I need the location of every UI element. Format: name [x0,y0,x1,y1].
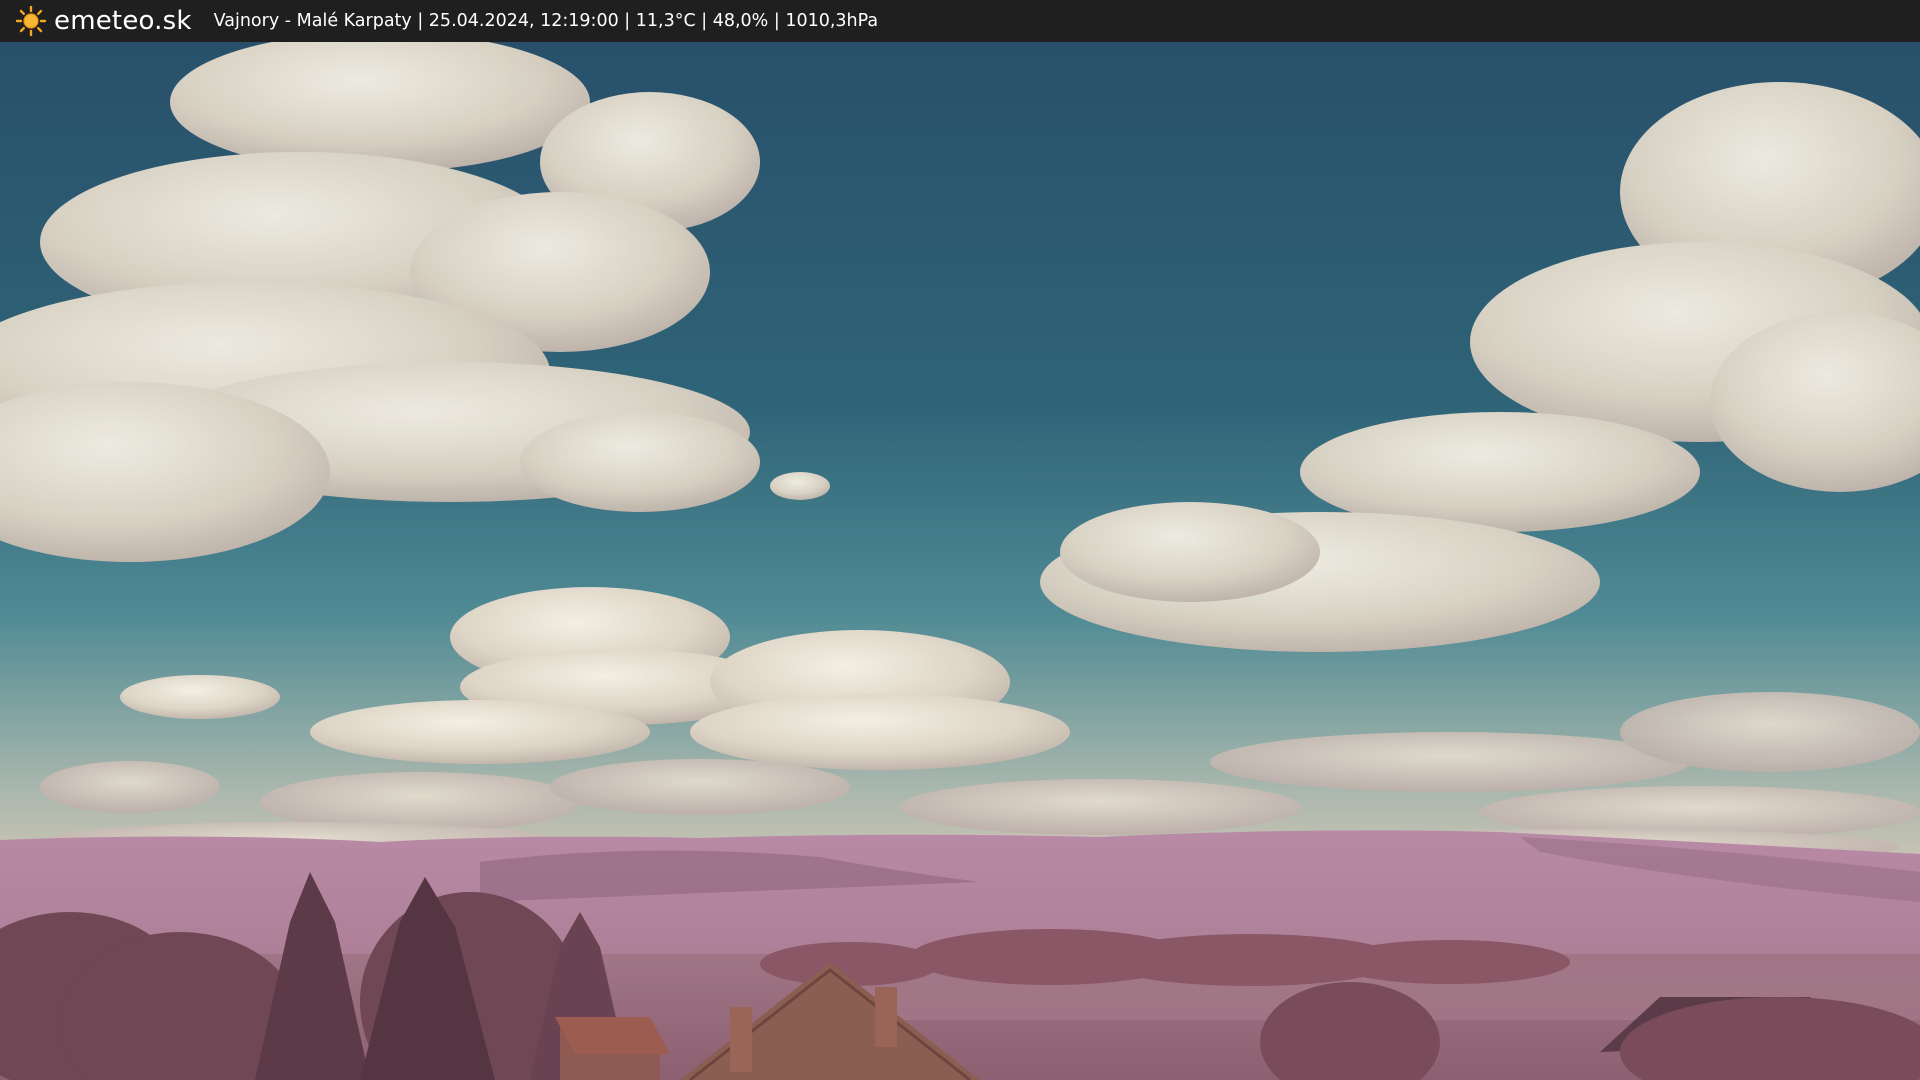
weather-caption: Vajnory - Malé Karpaty | 25.04.2024, 12:… [213,11,879,31]
webcam-frame: emeteo.sk Vajnory - Malé Karpaty | 25.04… [0,0,1920,1080]
webcam-image [0,42,1920,1080]
header-bar: emeteo.sk Vajnory - Malé Karpaty | 25.04… [0,0,1920,42]
sun-icon [14,4,48,38]
site-logo-text[interactable]: emeteo.sk [54,0,192,42]
